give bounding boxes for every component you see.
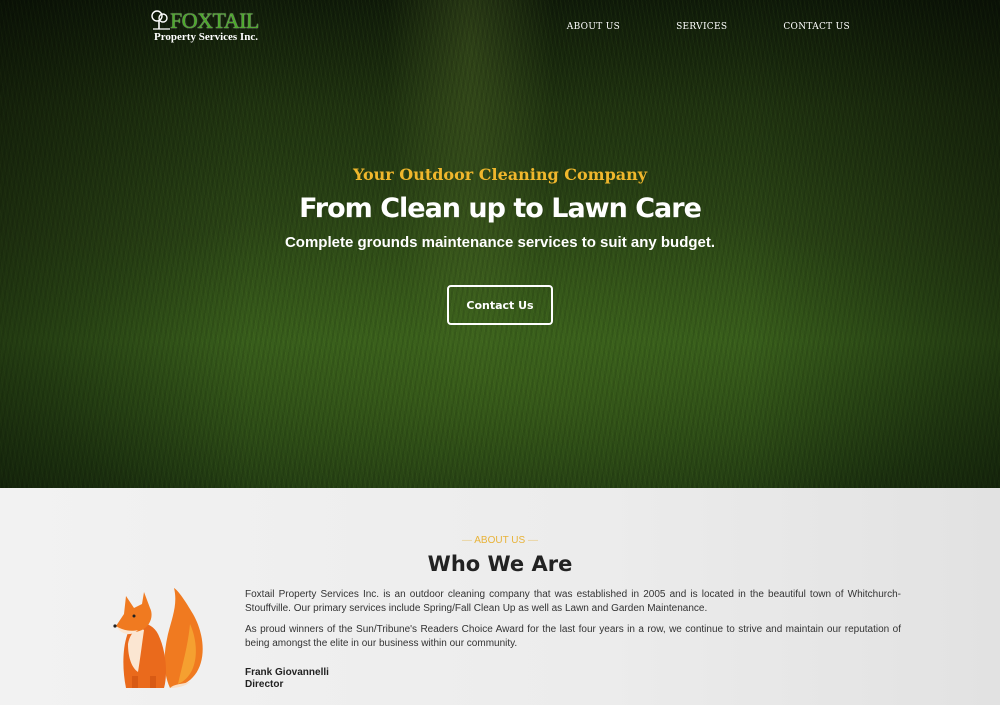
hero-subheadline: Complete grounds maintenance services to… xyxy=(284,234,716,251)
nav-services[interactable]: SERVICES xyxy=(676,22,727,32)
about-eyebrow-label: ABOUT US xyxy=(474,535,526,546)
brand-subtitle: Property Services Inc. xyxy=(154,31,258,43)
about-paragraph-2: As proud winners of the Sun/Tribune's Re… xyxy=(245,624,901,649)
brand-name: FOXTAIL xyxy=(170,8,259,33)
nav-contact-us[interactable]: CONTACT US xyxy=(783,22,850,32)
site-logo[interactable]: FOXTAIL Property Services Inc. xyxy=(150,8,260,46)
section-title: Who We Are xyxy=(427,552,573,576)
main-nav: ABOUT US SERVICES CONTACT US xyxy=(511,22,850,32)
about-section: — ABOUT US — Who We Are Foxtail Property… xyxy=(0,488,1000,705)
nav-about-us[interactable]: ABOUT US xyxy=(567,22,620,32)
fox-illustration xyxy=(113,588,203,688)
contact-us-button[interactable]: Contact Us xyxy=(447,285,553,325)
about-eyebrow: — ABOUT US — xyxy=(0,535,1000,546)
eyebrow-dash-left: — xyxy=(462,535,475,546)
tree-logo-icon xyxy=(151,10,170,30)
signature-name: Frank Giovannelli xyxy=(245,667,329,678)
hero-tagline: Your Outdoor Cleaning Company xyxy=(352,165,648,184)
signature-role: Director xyxy=(245,679,284,690)
hero-headline: From Clean up to Lawn Care xyxy=(299,193,702,224)
about-paragraph-1: Foxtail Property Services Inc. is an out… xyxy=(245,589,901,614)
eyebrow-dash-right: — xyxy=(525,535,538,546)
